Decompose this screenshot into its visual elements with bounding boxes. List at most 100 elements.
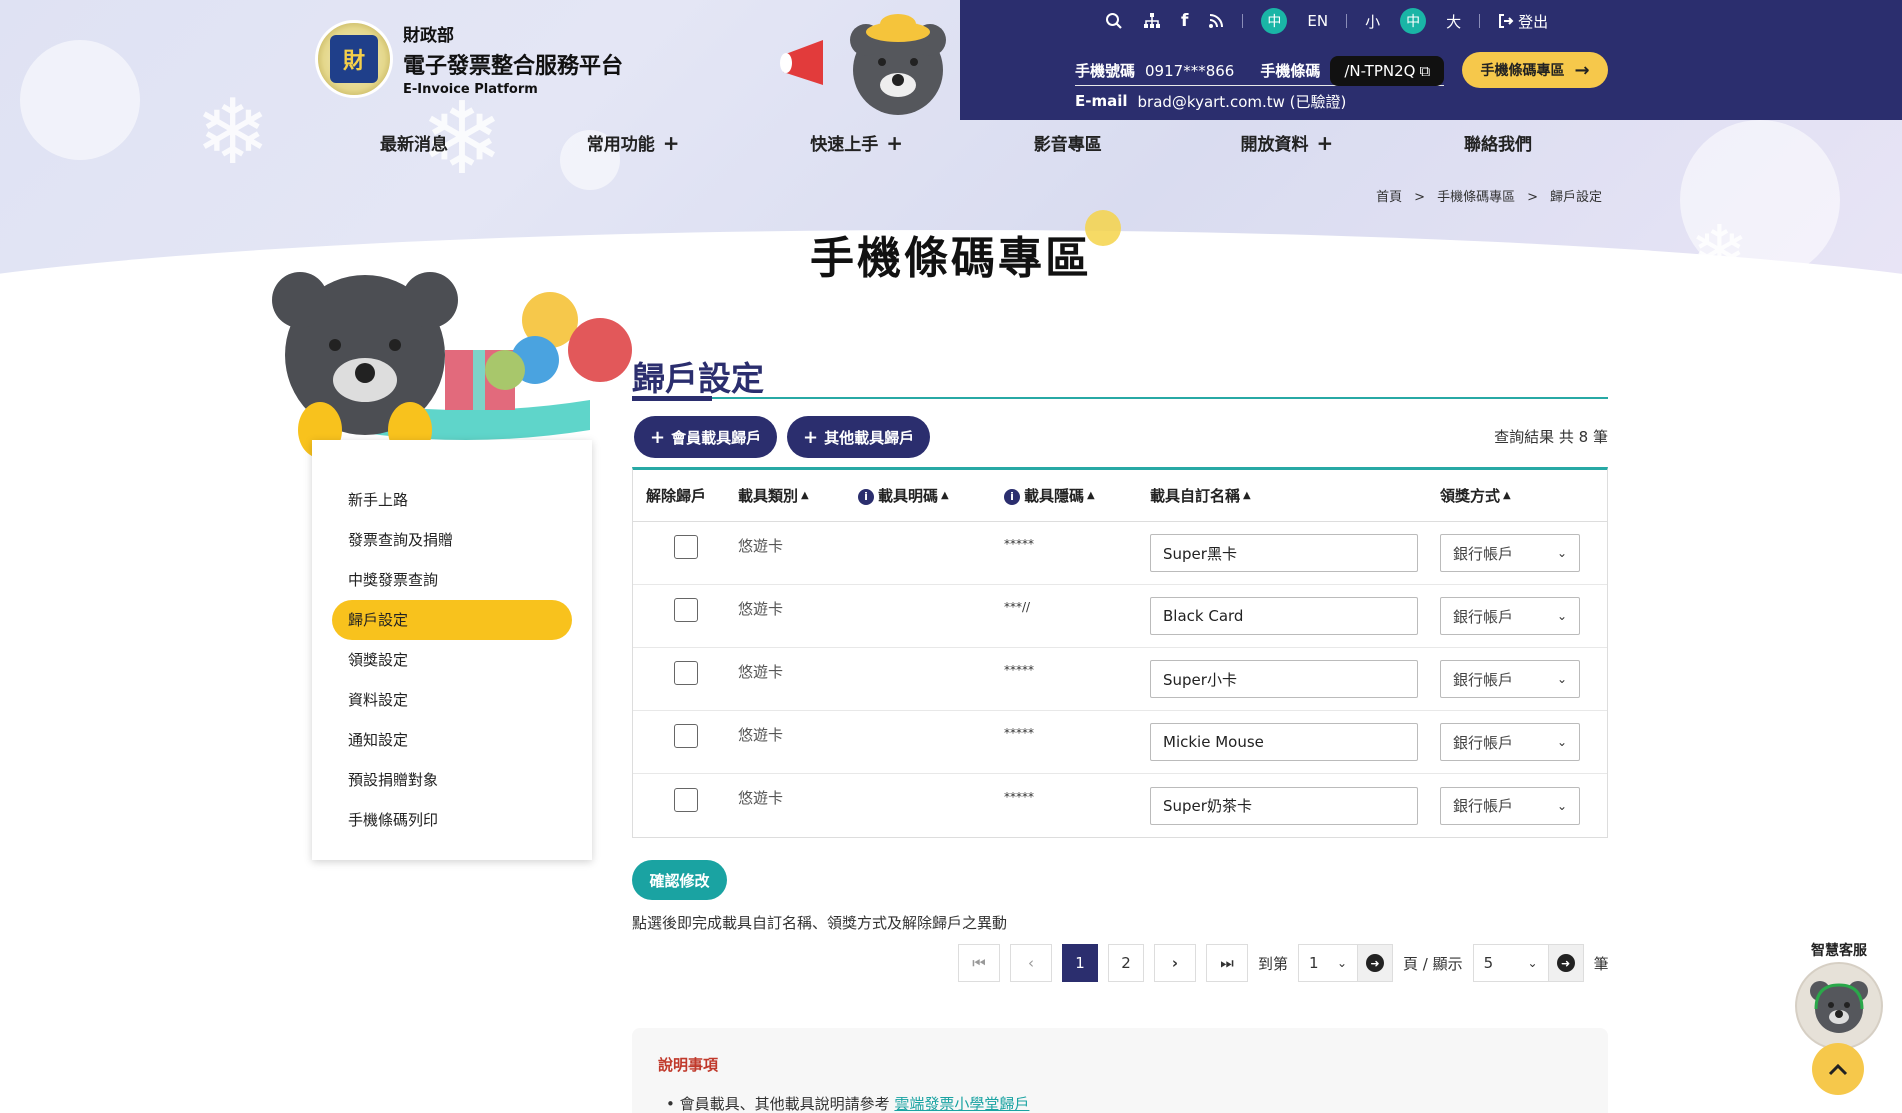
- col-prize-method[interactable]: 領獎方式 ▲: [1440, 485, 1600, 506]
- ministry-name: 財政部: [403, 26, 454, 46]
- unbind-checkbox[interactable]: [674, 787, 698, 812]
- sidebar-item-notification-settings[interactable]: 通知設定: [332, 720, 572, 760]
- sidebar-item-invoice-query[interactable]: 發票查詢及捐贈: [332, 520, 572, 560]
- facebook-icon[interactable]: f: [1181, 11, 1188, 31]
- notes-link[interactable]: 雲端發票小學堂歸戶: [894, 1095, 1029, 1113]
- unbind-checkbox[interactable]: [674, 598, 698, 622]
- prize-method-select[interactable]: 銀行帳戶 ⌄: [1440, 660, 1580, 698]
- page-button-1[interactable]: 1: [1062, 944, 1098, 982]
- font-mid-button[interactable]: 中: [1400, 8, 1427, 34]
- sort-up-icon: ▲: [1243, 490, 1251, 501]
- sort-up-icon: ▲: [1503, 490, 1511, 501]
- prize-method-select[interactable]: 銀行帳戶 ⌄: [1440, 786, 1580, 825]
- custom-name-input[interactable]: Black Card: [1150, 597, 1418, 635]
- first-page-icon: ⏮: [972, 954, 986, 972]
- back-to-top-button[interactable]: [1812, 1043, 1864, 1095]
- custom-name-input[interactable]: Super黑卡: [1150, 534, 1418, 572]
- table-row: 悠遊卡 ***** Super黑卡 銀行帳戶 ⌄: [633, 522, 1607, 585]
- custom-name-input[interactable]: Mickie Mouse: [1150, 723, 1418, 761]
- custom-name-input[interactable]: Super奶茶卡: [1150, 786, 1418, 825]
- sidebar-item-default-donation[interactable]: 預設捐贈對象: [332, 760, 572, 800]
- lang-en-button[interactable]: EN: [1307, 12, 1328, 30]
- lang-zh-button[interactable]: 中: [1261, 8, 1288, 34]
- chevron-up-icon: [1828, 1063, 1848, 1076]
- main-nav: 最新消息 常用功能 + 快速上手 + 影音專區 開放資料 + 聯絡我們: [380, 130, 1540, 155]
- page-size-select[interactable]: 5 ⌄: [1472, 944, 1549, 982]
- barcode-zone-button[interactable]: 手機條碼專區 →: [1462, 52, 1608, 88]
- nav-item-quickstart[interactable]: 快速上手 +: [810, 130, 903, 155]
- custom-name-input[interactable]: Super小卡: [1150, 660, 1418, 698]
- nav-item-news[interactable]: 最新消息: [380, 130, 456, 155]
- sidebar-item-prize-settings[interactable]: 領獎設定: [332, 640, 572, 680]
- phone-label: 手機號碼: [1075, 62, 1136, 80]
- sitemap-icon[interactable]: [1143, 12, 1161, 30]
- col-hidden-code[interactable]: i 載具隱碼 ▲: [1004, 485, 1150, 506]
- info-icon: i: [1004, 488, 1020, 505]
- last-page-button[interactable]: ⏭: [1206, 944, 1248, 982]
- sidebar-item-prize-query[interactable]: 中獎發票查詢: [332, 560, 572, 600]
- font-large-button[interactable]: 大: [1446, 11, 1461, 32]
- unbind-checkbox[interactable]: [674, 535, 698, 559]
- next-page-button[interactable]: ›: [1154, 944, 1196, 982]
- prize-method-select[interactable]: 銀行帳戶 ⌄: [1440, 723, 1580, 761]
- table-row: 悠遊卡 ***** Super小卡 銀行帳戶 ⌄: [633, 648, 1607, 711]
- sidebar-item-carrier-binding[interactable]: 歸戶設定: [332, 600, 572, 640]
- prize-method-select[interactable]: 銀行帳戶 ⌄: [1440, 597, 1580, 635]
- chevron-down-icon: ⌄: [1336, 956, 1348, 970]
- sidebar-item-getting-started[interactable]: 新手上路: [332, 480, 572, 520]
- col-code[interactable]: i 載具明碼 ▲: [858, 485, 1004, 506]
- nav-item-common[interactable]: 常用功能 +: [587, 130, 680, 155]
- nav-item-contact[interactable]: 聯絡我們: [1464, 130, 1540, 155]
- page-select[interactable]: 1 ⌄: [1298, 944, 1359, 982]
- goto-label: 到第: [1258, 954, 1289, 973]
- chatbot-widget[interactable]: 智慧客服: [1792, 940, 1886, 1050]
- carrier-hidden-code: *****: [1004, 537, 1034, 551]
- chevron-down-icon: ⌄: [1556, 735, 1567, 749]
- chevron-left-icon: ‹: [1028, 954, 1034, 972]
- sidebar-item-barcode-print[interactable]: 手機條碼列印: [332, 800, 572, 840]
- sort-up-icon: ▲: [801, 490, 809, 501]
- plus-icon: +: [650, 426, 666, 448]
- nav-item-opendata[interactable]: 開放資料 +: [1240, 130, 1333, 155]
- font-small-button[interactable]: 小: [1365, 11, 1380, 32]
- carrier-type: 悠遊卡: [738, 789, 784, 807]
- prev-page-button[interactable]: ‹: [1010, 944, 1052, 982]
- carrier-hidden-code: ***//: [1004, 600, 1031, 614]
- first-page-button[interactable]: ⏮: [958, 944, 1000, 982]
- site-logo[interactable]: 財 財政部 電子發票整合服務平台 E-Invoice Platform: [315, 20, 623, 98]
- breadcrumb: 首頁 > 手機條碼專區 > 歸戶設定: [1376, 190, 1602, 205]
- phone-value: 0917***866: [1145, 61, 1235, 80]
- table-header: 解除歸戶 載具類別 ▲ i 載具明碼 ▲ i 載具隱碼 ▲ 載具自訂名稱 ▲ 領獎方式 ▲: [633, 470, 1607, 522]
- other-carrier-bind-button[interactable]: + 其他載具歸戶: [787, 416, 931, 458]
- apply-size-button[interactable]: ➜: [1547, 944, 1584, 982]
- unbind-checkbox[interactable]: [674, 661, 698, 685]
- confirm-button[interactable]: 確認修改: [632, 860, 727, 900]
- unbind-checkbox[interactable]: [674, 724, 698, 748]
- col-type[interactable]: 載具類別 ▲: [738, 485, 858, 506]
- col-custom-name[interactable]: 載具自訂名稱 ▲: [1150, 485, 1440, 506]
- prize-method-select[interactable]: 銀行帳戶 ⌄: [1440, 534, 1580, 572]
- sort-up-icon: ▲: [941, 490, 949, 501]
- arrow-right-icon: →: [1574, 59, 1590, 81]
- page-button-2[interactable]: 2: [1108, 944, 1144, 982]
- table-row: 悠遊卡 ***** Mickie Mouse 銀行帳戶 ⌄: [633, 711, 1607, 774]
- copy-icon[interactable]: ⧉: [1419, 62, 1430, 80]
- search-icon[interactable]: [1105, 12, 1123, 30]
- nav-item-video[interactable]: 影音專區: [1034, 130, 1110, 155]
- member-carrier-bind-button[interactable]: + 會員載具歸戶: [634, 416, 778, 458]
- sort-up-icon: ▲: [1087, 490, 1095, 501]
- logout-button[interactable]: 登出: [1498, 11, 1548, 32]
- carrier-type: 悠遊卡: [738, 725, 784, 744]
- rss-icon[interactable]: [1208, 13, 1224, 29]
- carrier-table: 解除歸戶 載具類別 ▲ i 載具明碼 ▲ i 載具隱碼 ▲ 載具自訂名稱 ▲ 領獎方式 ▲ 悠…: [632, 467, 1608, 838]
- breadcrumb-home[interactable]: 首頁: [1376, 190, 1402, 205]
- goto-page-button[interactable]: ➜: [1357, 944, 1394, 982]
- barcode-badge[interactable]: /N-TPN2Q ⧉: [1330, 55, 1445, 86]
- chevron-down-icon: ⌄: [1556, 672, 1567, 686]
- notes-panel: 說明事項 • 會員載具、其他載具說明請參考 雲端發票小學堂歸戶: [632, 1028, 1608, 1113]
- platform-title: 電子發票整合服務平台: [403, 53, 624, 79]
- chevron-down-icon: ⌄: [1556, 609, 1567, 623]
- arrow-right-circle-icon: ➜: [1556, 954, 1575, 972]
- sidebar-item-data-settings[interactable]: 資料設定: [332, 680, 572, 720]
- breadcrumb-zone[interactable]: 手機條碼專區: [1437, 190, 1515, 205]
